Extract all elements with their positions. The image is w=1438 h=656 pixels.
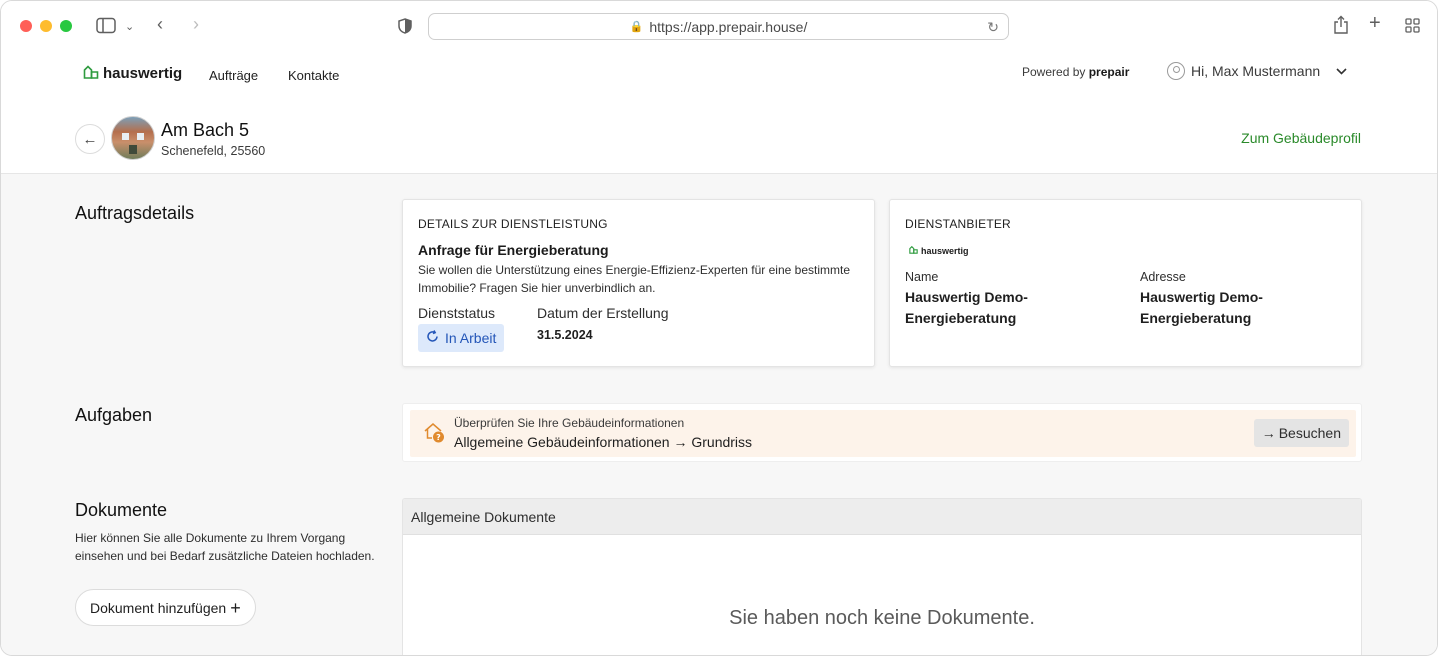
provider-caption: DIENSTANBIETER bbox=[905, 217, 1011, 231]
browser-toolbar: ⌄ ‹ › 🔒 https://app.prepair.house/ ↻ + bbox=[1, 1, 1437, 51]
house-question-icon: ? bbox=[423, 420, 447, 444]
visit-button[interactable]: → Besuchen bbox=[1253, 419, 1349, 447]
browser-window: ⌄ ‹ › 🔒 https://app.prepair.house/ ↻ + h… bbox=[0, 0, 1438, 656]
status-label: Dienststatus bbox=[418, 305, 496, 321]
property-photo bbox=[111, 116, 155, 160]
back-nav-icon[interactable]: ‹ bbox=[157, 15, 163, 33]
status-badge: In Arbeit bbox=[418, 324, 505, 352]
add-document-button[interactable]: Dokument hinzufügen + bbox=[75, 589, 256, 626]
user-menu[interactable]: Hi, Max Mustermann bbox=[1167, 62, 1347, 80]
add-document-label: Dokument hinzufügen bbox=[90, 599, 227, 616]
arrow-left-icon: ← bbox=[82, 130, 98, 148]
provider-logo: hauswertig bbox=[909, 245, 969, 256]
powered-by: Powered by prepair bbox=[1022, 65, 1129, 79]
lock-icon: 🔒 bbox=[629, 21, 644, 33]
url-text: https://app.prepair.house/ bbox=[649, 18, 808, 35]
date-label: Datum der Erstellung bbox=[537, 305, 669, 321]
refresh-icon bbox=[426, 330, 439, 346]
order-details-title: Auftragsdetails bbox=[75, 203, 195, 223]
user-greeting: Hi, Max Mustermann bbox=[1191, 63, 1321, 79]
close-window-button[interactable] bbox=[20, 20, 32, 32]
sidebar-toggle-icon[interactable] bbox=[96, 17, 116, 38]
chevron-down-icon bbox=[1336, 64, 1347, 78]
task-title: Allgemeine Gebäudeinformationen → Grundr… bbox=[454, 434, 753, 450]
service-description: Sie wollen die Unterstützung eines Energ… bbox=[418, 263, 850, 295]
service-title: Anfrage für Energieberatung bbox=[418, 242, 609, 258]
reload-icon[interactable]: ↻ bbox=[987, 19, 999, 36]
date-value: 31.5.2024 bbox=[537, 328, 593, 342]
powered-brand: prepair bbox=[1088, 65, 1130, 79]
service-details-card: DETAILS ZUR DIENSTLEISTUNG Anfrage für E… bbox=[402, 199, 875, 367]
house-logo-icon bbox=[83, 64, 99, 83]
user-avatar-icon bbox=[1167, 62, 1185, 80]
nav-link-kontakte[interactable]: Kontakte bbox=[288, 68, 339, 83]
documents-empty-state: Sie haben noch keine Dokumente. bbox=[729, 607, 1035, 629]
shield-icon[interactable] bbox=[398, 18, 412, 38]
documents-panel: Allgemeine Dokumente Sie haben noch kein… bbox=[402, 498, 1362, 655]
documents-description: Hier können Sie alle Dokumente zu Ihrem … bbox=[75, 531, 375, 563]
property-title: Am Bach 5 bbox=[161, 120, 250, 140]
house-logo-icon bbox=[909, 245, 918, 256]
tasks-title: Aufgaben bbox=[75, 405, 153, 425]
share-icon[interactable] bbox=[1333, 15, 1349, 39]
logo-text: hauswertig bbox=[103, 65, 183, 82]
tab-overview-icon[interactable] bbox=[1405, 18, 1420, 37]
app-header: hauswertig Aufträge Kontakte Powered by … bbox=[1, 51, 1437, 97]
arrow-right-icon: → bbox=[1261, 425, 1276, 441]
zoom-window-button[interactable] bbox=[60, 20, 72, 32]
building-profile-link[interactable]: Zum Gebäudeprofil bbox=[1241, 130, 1361, 146]
nav-link-auftraege[interactable]: Aufträge bbox=[209, 68, 258, 83]
visit-button-label: Besuchen bbox=[1278, 425, 1341, 441]
provider-name-label: Name bbox=[905, 270, 939, 284]
status-value: In Arbeit bbox=[445, 330, 497, 346]
task-item-body: ? Überprüfen Sie Ihre Gebäudeinformation… bbox=[410, 410, 1356, 457]
property-address: Schenefeld, 25560 bbox=[161, 144, 266, 158]
forward-nav-icon[interactable]: › bbox=[193, 15, 199, 33]
powered-prefix: Powered by bbox=[1022, 65, 1086, 79]
documents-group-header: Allgemeine Dokumente bbox=[403, 499, 1361, 535]
property-header: ← Am Bach 5 Schenefeld, 25560 Zum Gebäud… bbox=[1, 97, 1437, 174]
provider-address-value: Hauswertig Demo-Energieberatung bbox=[1140, 289, 1263, 326]
address-bar[interactable]: 🔒 https://app.prepair.house/ ↻ bbox=[428, 13, 1009, 40]
task-subtitle: Überprüfen Sie Ihre Gebäudeinformationen bbox=[454, 416, 685, 430]
new-tab-icon[interactable]: + bbox=[1369, 13, 1381, 33]
minimize-window-button[interactable] bbox=[40, 20, 52, 32]
brand-logo[interactable]: hauswertig bbox=[83, 64, 182, 83]
provider-card: DIENSTANBIETER hauswertig Name Hauswerti… bbox=[889, 199, 1362, 367]
plus-icon: + bbox=[230, 597, 241, 618]
provider-address-label: Adresse bbox=[1140, 270, 1186, 284]
chevron-down-icon[interactable]: ⌄ bbox=[125, 19, 134, 35]
svg-text:?: ? bbox=[436, 433, 441, 442]
back-button[interactable]: ← bbox=[75, 124, 105, 154]
provider-logo-text: hauswertig bbox=[921, 245, 969, 256]
service-caption: DETAILS ZUR DIENSTLEISTUNG bbox=[418, 217, 608, 231]
documents-title: Dokumente bbox=[75, 500, 168, 520]
task-item: ? Überprüfen Sie Ihre Gebäudeinformation… bbox=[402, 403, 1362, 462]
main-content: Auftragsdetails DETAILS ZUR DIENSTLEISTU… bbox=[1, 174, 1437, 655]
provider-name-value: Hauswertig Demo-Energieberatung bbox=[905, 289, 1028, 326]
